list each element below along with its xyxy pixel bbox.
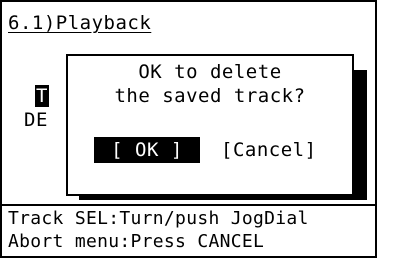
lcd-screen: 6.1)Playback T DE Track SEL:Turn/push Jo… (0, 0, 377, 258)
divider (2, 204, 375, 206)
footer-hint-1: Track SEL:Turn/push JogDial (8, 208, 309, 229)
page-title: 6.1)Playback (8, 12, 152, 34)
dialog-message-line2: the saved track? (114, 85, 306, 107)
menu-item-partial-2: DE (24, 109, 48, 131)
menu-item-highlight: T (35, 85, 49, 107)
footer-hint-2: Abort menu:Press CANCEL (8, 231, 265, 252)
confirm-dialog: OK to delete the saved track? [ OK ] [Ca… (66, 54, 354, 196)
cancel-button[interactable]: [Cancel] (221, 137, 341, 163)
dialog-message-line1: OK to delete (138, 61, 282, 83)
ok-button[interactable]: [ OK ] (94, 137, 200, 163)
menu-item-partial: T (35, 84, 49, 108)
